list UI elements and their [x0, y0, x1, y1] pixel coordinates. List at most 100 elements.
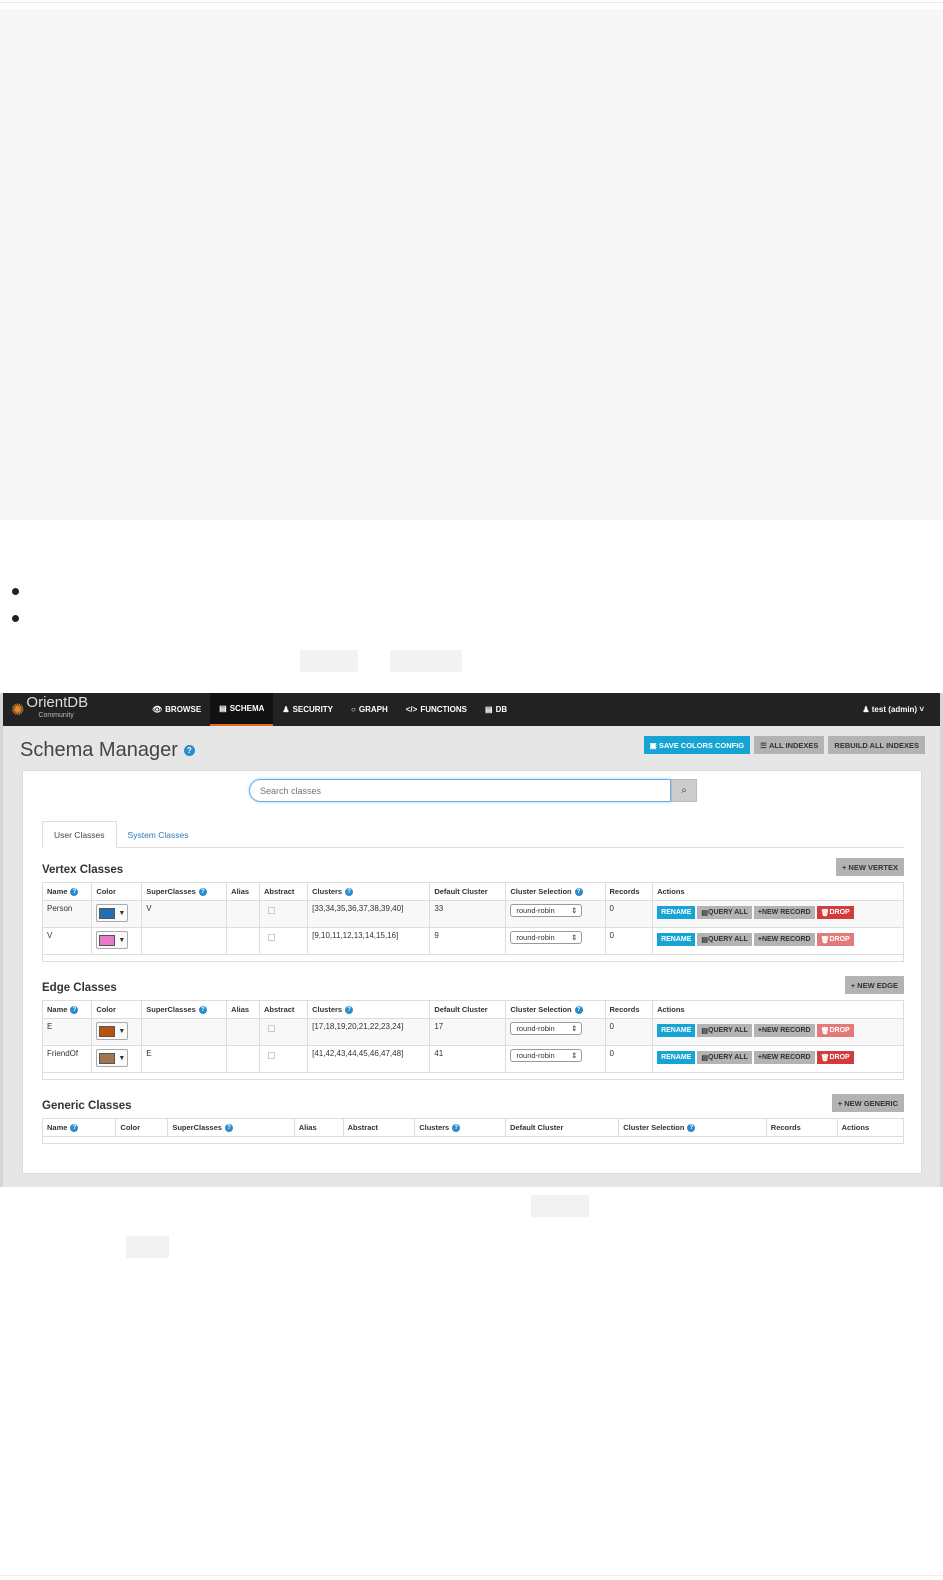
drop-button[interactable]: 🗑 DROP [816, 1024, 854, 1037]
new-record-button[interactable]: + NEW RECORD [753, 1024, 815, 1037]
new-vertex-button[interactable]: + NEW VERTEX [835, 858, 904, 876]
edge-col-header: Records [604, 1000, 654, 1019]
cluster-selection-cell: round-robin ⇕ [505, 900, 606, 928]
generic-table: Name? Color SuperClasses? Alias Abstract Clus… [41, 1118, 905, 1144]
help-icon[interactable]: ? [574, 1006, 583, 1014]
col-label: Alias [231, 887, 250, 896]
drop-button[interactable]: 🗑 DROP [816, 1051, 854, 1064]
help-icon[interactable]: ? [183, 745, 195, 757]
query-all-button[interactable]: ▤ QUERY ALL [697, 906, 752, 919]
page-title: Schema Manager? [20, 739, 195, 762]
action-buttons: RENAME ▤ QUERY ALL + NEW RECORD 🗑 DROP [657, 1022, 899, 1037]
user-menu[interactable]: ♟ test (admin) ˅ [862, 705, 940, 714]
color-picker[interactable]: ▼ [96, 931, 129, 949]
tab-system-classes[interactable]: System Classes [117, 821, 200, 848]
help-icon[interactable]: ? [574, 888, 583, 896]
cluster-selection-dropdown[interactable]: round-robin ⇕ [510, 1049, 583, 1062]
tab-user-classes[interactable]: User Classes [42, 821, 117, 848]
help-icon[interactable]: ? [70, 1124, 79, 1132]
color-swatch [99, 934, 116, 946]
class-name[interactable]: E [41, 1018, 93, 1046]
new-record-button[interactable]: + NEW RECORD [753, 906, 815, 919]
search-input[interactable] [249, 779, 671, 802]
rename-button[interactable]: RENAME [657, 906, 696, 919]
generic-col-header: Name? [41, 1118, 117, 1137]
superclasses [141, 927, 228, 955]
rebuild-indexes-button[interactable]: REBUILD ALL INDEXES [828, 736, 925, 754]
vertex-col-header: Name? [41, 882, 93, 901]
help-icon[interactable]: ? [70, 888, 79, 896]
trash-icon: 🗑 [820, 936, 830, 944]
color-picker[interactable]: ▼ [96, 904, 129, 922]
vertex-section: Vertex Classes + NEW VERTEX Name? Color Su… [41, 858, 904, 968]
brand-logo[interactable]: ✺ OrientDB Community [3, 693, 143, 726]
nav-schema[interactable]: ▤ SCHEMA [210, 693, 274, 726]
btn-label: NEW RECORD [761, 936, 811, 943]
class-name[interactable]: FriendOf [41, 1045, 93, 1073]
help-icon[interactable]: ? [345, 888, 354, 896]
drop-button[interactable]: 🗑 DROP [816, 933, 854, 946]
help-icon[interactable]: ? [198, 888, 207, 896]
btn-label: QUERY ALL [708, 936, 748, 943]
default-cluster: 33 [429, 900, 507, 928]
nav-graph[interactable]: ○ GRAPH [342, 693, 397, 726]
help-icon[interactable]: ? [224, 1124, 233, 1132]
query-all-button[interactable]: ▤ QUERY ALL [697, 1024, 752, 1037]
new-record-button[interactable]: + NEW RECORD [753, 1051, 815, 1064]
col-label: Default Cluster [434, 1005, 488, 1014]
class-name[interactable]: V [41, 927, 93, 955]
query-all-button[interactable]: ▤ QUERY ALL [697, 1051, 752, 1064]
table-icon: ▤ [701, 909, 709, 917]
help-icon[interactable]: ? [452, 1124, 461, 1132]
abstract-checkbox[interactable] [268, 934, 275, 941]
schema-panel: ⌕ User Classes System Classes Vertex Cla… [22, 770, 922, 1174]
rename-button[interactable]: RENAME [657, 1051, 696, 1064]
help-icon[interactable]: ? [198, 1006, 207, 1014]
help-icon[interactable]: ? [687, 1124, 696, 1132]
table-footer-row [42, 1136, 904, 1144]
nav-db[interactable]: ▤ DB [476, 693, 516, 726]
query-all-button[interactable]: ▤ QUERY ALL [697, 933, 752, 946]
search-button[interactable]: ⌕ [671, 779, 697, 802]
color-picker[interactable]: ▼ [96, 1022, 129, 1040]
nav-security[interactable]: ♟ SECURITY [273, 693, 342, 726]
save-colors-button[interactable]: ▣ SAVE COLORS CONFIG [643, 736, 751, 754]
generic-col-header: Alias [293, 1118, 344, 1137]
all-indexes-button[interactable]: ☰ ALL INDEXES [754, 736, 825, 754]
vertex-col-header: Color [91, 882, 143, 901]
abstract-checkbox[interactable] [268, 1025, 275, 1032]
edge-col-header: Alias [226, 1000, 260, 1019]
records: 0 [604, 1018, 654, 1046]
btn-label: QUERY ALL [708, 909, 748, 916]
action-buttons: RENAME ▤ QUERY ALL + NEW RECORD 🗑 DROP [657, 1049, 899, 1064]
search-bar: ⌕ [249, 779, 697, 802]
new-generic-button[interactable]: + NEW GENERIC [831, 1094, 904, 1112]
rename-button[interactable]: RENAME [657, 933, 696, 946]
vertex-col-header: Default Cluster [429, 882, 507, 901]
col-label: Records [609, 1005, 640, 1014]
selection-value: round-robin [516, 1051, 555, 1060]
nav-browse[interactable]: 👁 BROWSE [143, 693, 210, 726]
cluster-selection-dropdown[interactable]: round-robin ⇕ [510, 904, 583, 917]
cluster-selection-dropdown[interactable]: round-robin ⇕ [510, 1022, 583, 1035]
abstract-cell [258, 1018, 309, 1046]
class-name[interactable]: Person [41, 900, 93, 928]
edge-col-header: SuperClasses? [141, 1000, 228, 1019]
generic-col-header: Abstract [342, 1118, 416, 1137]
abstract-checkbox[interactable] [268, 1052, 275, 1059]
selection-value: round-robin [516, 1024, 555, 1033]
drop-button[interactable]: 🗑 DROP [816, 906, 854, 919]
rename-button[interactable]: RENAME [657, 1024, 696, 1037]
color-cell: ▼ [91, 900, 143, 928]
inline-code-placeholder [126, 1236, 169, 1258]
cluster-selection-dropdown[interactable]: round-robin ⇕ [510, 931, 583, 944]
updown-icon: ⇕ [571, 1024, 578, 1033]
color-picker[interactable]: ▼ [96, 1049, 129, 1067]
new-record-button[interactable]: + NEW RECORD [753, 933, 815, 946]
abstract-checkbox[interactable] [268, 907, 275, 914]
nav-functions[interactable]: </> FUNCTIONS [397, 693, 476, 726]
help-icon[interactable]: ? [345, 1006, 354, 1014]
caret-down-icon: ▼ [118, 936, 126, 944]
new-edge-button[interactable]: + NEW EDGE [844, 976, 904, 994]
help-icon[interactable]: ? [70, 1006, 79, 1014]
